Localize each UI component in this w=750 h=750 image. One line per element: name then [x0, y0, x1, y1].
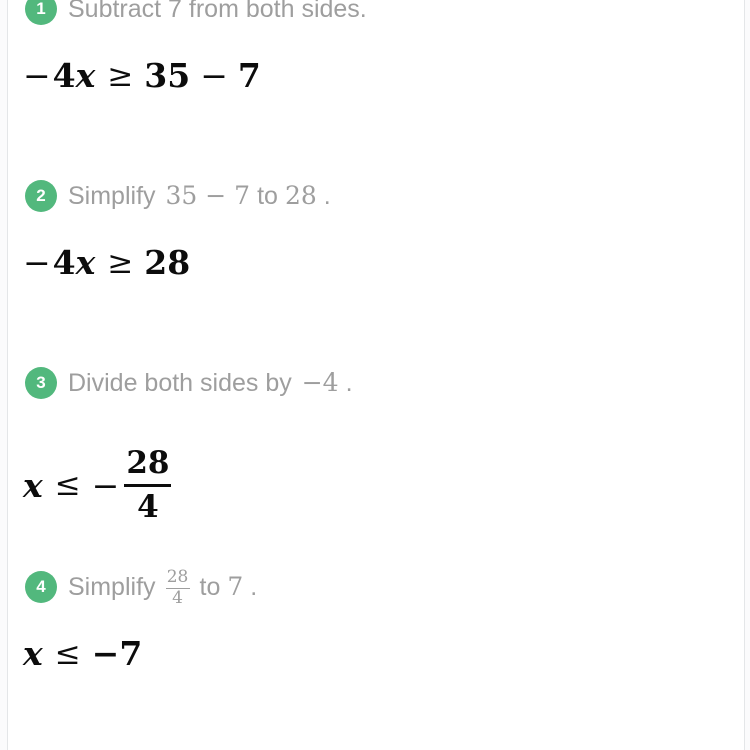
step-2-relation-operator: ≥	[107, 244, 134, 281]
step-2-instruction-prefix: Simplify	[68, 182, 156, 210]
step-1-instruction: Subtract 7 from both sides.	[68, 0, 367, 25]
step-4-lhs-variable: x	[23, 634, 43, 674]
step-1-rhs-second-term: 7	[237, 56, 261, 95]
step-4-inline-fraction-numerator: 28	[166, 566, 189, 587]
step-3-instruction: Divide both sides by −4 .	[68, 367, 353, 399]
step-2-lhs-variable: x	[75, 243, 96, 282]
step-4-rhs-value: −7	[91, 634, 143, 674]
step-4-expression: x ≤ −7	[0, 634, 750, 673]
step-2-lhs-coefficient: 4	[52, 243, 76, 282]
step-2-inline-math-result: 28	[284, 181, 317, 210]
step-1-relation-operator: ≥	[107, 57, 134, 94]
step-4-instruction-prefix: Simplify	[68, 573, 156, 602]
step-3-rhs-negative-sign: −	[91, 465, 120, 505]
step-1-instruction-text: Subtract 7 from both sides.	[68, 0, 367, 23]
step-3-instruction-prefix: Divide both sides by	[68, 369, 292, 397]
step-4-header: 4 Simplify 28 4 to 7 .	[0, 568, 750, 607]
solution-step-3: 3 Divide both sides by −4 . x ≤ − 28 4	[0, 366, 750, 524]
step-3-instruction-suffix: .	[345, 369, 353, 397]
step-4-instruction-middle: to	[199, 573, 221, 602]
solution-steps-list: 1 Subtract 7 from both sides. −4 x ≥ 35 −…	[0, 0, 750, 673]
step-2-instruction: Simplify 35 − 7 to 28 .	[68, 180, 331, 212]
step-2-expression: −4 x ≥ 28	[0, 243, 750, 282]
step-1-expression: −4 x ≥ 35 − 7	[0, 56, 750, 95]
step-2-lhs-negative-sign: −	[23, 243, 51, 282]
step-4-number-badge: 4	[25, 571, 57, 604]
step-3-fraction: 28 4	[124, 445, 172, 525]
step-1-lhs-negative-sign: −	[23, 56, 51, 95]
step-2-instruction-suffix: .	[323, 182, 331, 210]
step-4-inline-fraction: 28 4	[156, 566, 200, 609]
step-2-instruction-middle: to	[257, 182, 278, 210]
step-3-fraction-denominator: 4	[137, 488, 159, 525]
step-4-inline-math-result: 7	[227, 572, 244, 602]
step-1-lhs-variable: x	[75, 56, 96, 95]
step-2-inline-math-expression: 35 − 7	[165, 181, 251, 210]
step-3-expression: x ≤ − 28 4	[0, 446, 750, 524]
step-4-instruction: Simplify 28 4 to 7 .	[68, 568, 257, 607]
step-1-header: 1 Subtract 7 from both sides.	[0, 0, 750, 26]
step-3-lhs-variable: x	[23, 465, 43, 505]
step-1-lhs-coefficient: 4	[52, 56, 76, 95]
step-3-inline-math-divisor: −4	[301, 368, 339, 397]
step-3-fraction-bar	[124, 483, 172, 487]
step-1-rhs-first-term: 35	[144, 56, 191, 95]
solution-step-1: 1 Subtract 7 from both sides. −4 x ≥ 35 −…	[0, 0, 750, 95]
step-3-number-badge: 3	[25, 367, 57, 399]
solution-step-4: 4 Simplify 28 4 to 7 . x ≤ −7	[0, 568, 750, 673]
step-2-number-badge: 2	[25, 180, 57, 212]
step-2-header: 2 Simplify 35 − 7 to 28 .	[0, 179, 750, 213]
step-4-instruction-suffix: .	[250, 573, 258, 602]
step-2-rhs-value: 28	[144, 243, 191, 282]
step-4-relation-operator: ≤	[54, 635, 81, 672]
solution-step-2: 2 Simplify 35 − 7 to 28 . −4 x ≥ 28	[0, 179, 750, 282]
step-3-relation-operator: ≤	[54, 467, 81, 504]
step-4-inline-fraction-denominator: 4	[172, 588, 183, 609]
step-3-header: 3 Divide both sides by −4 .	[0, 366, 750, 400]
step-1-number-badge: 1	[25, 0, 57, 25]
step-1-rhs-operator: −	[200, 56, 228, 95]
step-3-fraction-numerator: 28	[126, 445, 170, 481]
